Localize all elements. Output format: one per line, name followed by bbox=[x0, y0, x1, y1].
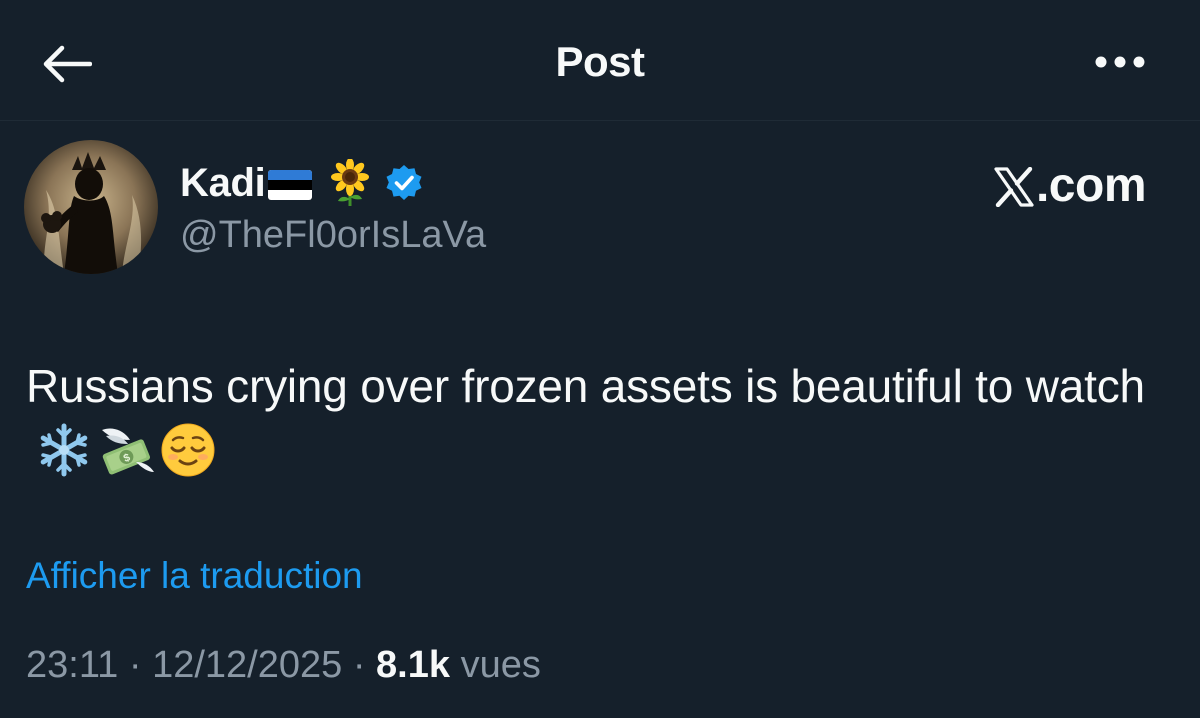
top-bar: Post bbox=[0, 0, 1200, 121]
meta-separator: · bbox=[128, 644, 142, 686]
tweet-body: Russians crying over frozen assets is be… bbox=[26, 360, 1145, 412]
money-with-wings-icon: $ bbox=[102, 428, 154, 475]
relieved-face-icon bbox=[161, 423, 215, 477]
estonia-flag-icon bbox=[268, 170, 313, 200]
author-handle[interactable]: @TheFl0orIsLaVa bbox=[180, 214, 486, 257]
views-label: vues bbox=[460, 644, 541, 686]
display-name: Kadi bbox=[180, 160, 266, 205]
post-meta: 23:11 · 12/12/2025 · 8.1k vues bbox=[26, 644, 541, 687]
post-date[interactable]: 12/12/2025 bbox=[152, 644, 342, 686]
brand-text: .com bbox=[1035, 159, 1147, 212]
brand-watermark: .com bbox=[994, 158, 1147, 213]
post-time[interactable]: 23:11 bbox=[26, 644, 118, 686]
avatar[interactable] bbox=[24, 140, 158, 274]
translate-link[interactable]: Afficher la traduction bbox=[26, 555, 363, 597]
page-title: Post bbox=[555, 38, 645, 85]
views-count[interactable]: 8.1k bbox=[376, 644, 450, 686]
tweet-text: Russians crying over frozen assets is be… bbox=[26, 352, 1166, 488]
avatar-image bbox=[24, 140, 158, 274]
more-horizontal-icon bbox=[1095, 56, 1145, 68]
author-name-row[interactable]: Kadi bbox=[180, 158, 424, 208]
more-options-button[interactable] bbox=[1090, 40, 1150, 84]
verified-badge-icon bbox=[386, 165, 422, 200]
x-logo-icon bbox=[994, 167, 1034, 207]
post-page: Post Kadi @TheFl0orIsLaVa .com Russians … bbox=[0, 0, 1200, 718]
sunflower-icon bbox=[331, 159, 370, 206]
tweet-emojis: $ bbox=[36, 422, 220, 478]
meta-separator: · bbox=[352, 644, 366, 686]
snowflake-icon bbox=[40, 423, 88, 477]
